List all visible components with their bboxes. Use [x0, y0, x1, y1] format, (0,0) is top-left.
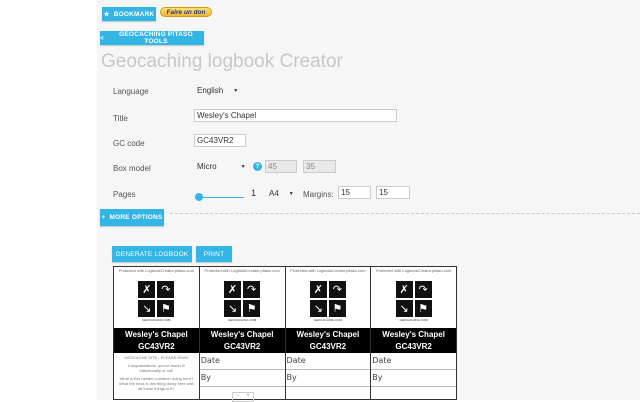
pages-slider-track[interactable]: [198, 197, 244, 198]
pages-slider-handle[interactable]: [195, 193, 203, 201]
title-label: Title: [113, 114, 128, 123]
logbook-card: Protected with LogbookCreator.pitaso.com…: [371, 267, 456, 399]
box-height-input: 35: [303, 160, 336, 173]
box-model-select[interactable]: Micro▼: [197, 162, 246, 171]
title-input[interactable]: Wesley's Chapel: [194, 109, 397, 122]
logbook-card-info: Protected with LogbookCreator.pitaso.com…: [114, 267, 200, 399]
protected-text: Protected with LogbookCreator.pitaso.com: [114, 267, 199, 275]
pitaso-tools-button[interactable]: <GEOCACHING PITASO TOOLS: [100, 31, 204, 45]
info-text: GEOCACHE SITE - PLEASE READ Congratulati…: [114, 353, 199, 396]
print-button[interactable]: PRINT: [196, 246, 232, 262]
more-options-button[interactable]: +MORE OPTIONS: [100, 209, 164, 226]
generate-logbook-button[interactable]: GENERATE LOGBOOK: [112, 246, 192, 262]
language-label: Language: [113, 87, 149, 96]
date-row: Date: [286, 353, 371, 370]
dropdown-arrow-icon: ▼: [241, 164, 246, 170]
cache-code: GC43VR2: [114, 342, 199, 351]
geocaching-logo: ✗↷↘⚑GEOCACHING.COM: [114, 275, 199, 328]
chevron-left-icon: <: [100, 35, 104, 42]
dropdown-arrow-icon: ▼: [233, 88, 238, 94]
box-width-input: 45: [265, 160, 297, 173]
gc-code-input[interactable]: GC43VR2: [194, 134, 246, 147]
help-icon[interactable]: ?: [253, 162, 262, 171]
cache-title: Wesley's Chapel: [200, 330, 285, 339]
donate-button[interactable]: Faire un don: [160, 7, 212, 17]
cache-code: GC43VR2: [371, 342, 456, 351]
geocaching-logo: ✗↷↘⚑GEOCACHING.COM: [371, 275, 456, 328]
margin-input-2[interactable]: 15: [376, 186, 410, 199]
geocaching-logo: ✗↷↘⚑GEOCACHING.COM: [286, 275, 371, 328]
star-icon: ★: [104, 10, 110, 18]
geocaching-logo: ✗↷↘⚑GEOCACHING.COM: [200, 275, 285, 328]
logbook-card: Protected with LogbookCreator.pitaso.com…: [200, 267, 286, 399]
cache-title: Wesley's Chapel: [371, 330, 456, 339]
bookmark-button[interactable]: ★BOOKMARK: [102, 7, 156, 21]
by-row: By: [286, 370, 371, 387]
by-row: By: [200, 370, 285, 387]
pages-label: Pages: [113, 190, 136, 199]
page-title: Geocaching logbook Creator: [101, 51, 343, 73]
by-row: By: [371, 370, 456, 387]
language-select[interactable]: English▼: [197, 86, 238, 95]
margin-input-1[interactable]: 15: [338, 186, 371, 199]
gc-code-label: GC code: [113, 139, 145, 148]
cache-title: Wesley's Chapel: [114, 330, 199, 339]
cache-code: GC43VR2: [200, 342, 285, 351]
logbook-card: Protected with LogbookCreator.pitaso.com…: [286, 267, 372, 399]
cache-code: GC43VR2: [286, 342, 371, 351]
date-row: Date: [200, 353, 285, 370]
box-model-label: Box model: [113, 164, 151, 173]
plus-icon: +: [102, 214, 106, 221]
preview-pager[interactable]: −+: [232, 392, 254, 402]
divider: [170, 213, 640, 214]
pages-value: 1: [251, 188, 256, 198]
paper-size-select[interactable]: A4▼: [269, 189, 294, 198]
date-row: Date: [371, 353, 456, 370]
cache-title: Wesley's Chapel: [286, 330, 371, 339]
logbook-preview: Protected with LogbookCreator.pitaso.com…: [113, 266, 457, 400]
margins-label: Margins:: [303, 190, 334, 199]
dropdown-arrow-icon: ▼: [289, 191, 294, 197]
